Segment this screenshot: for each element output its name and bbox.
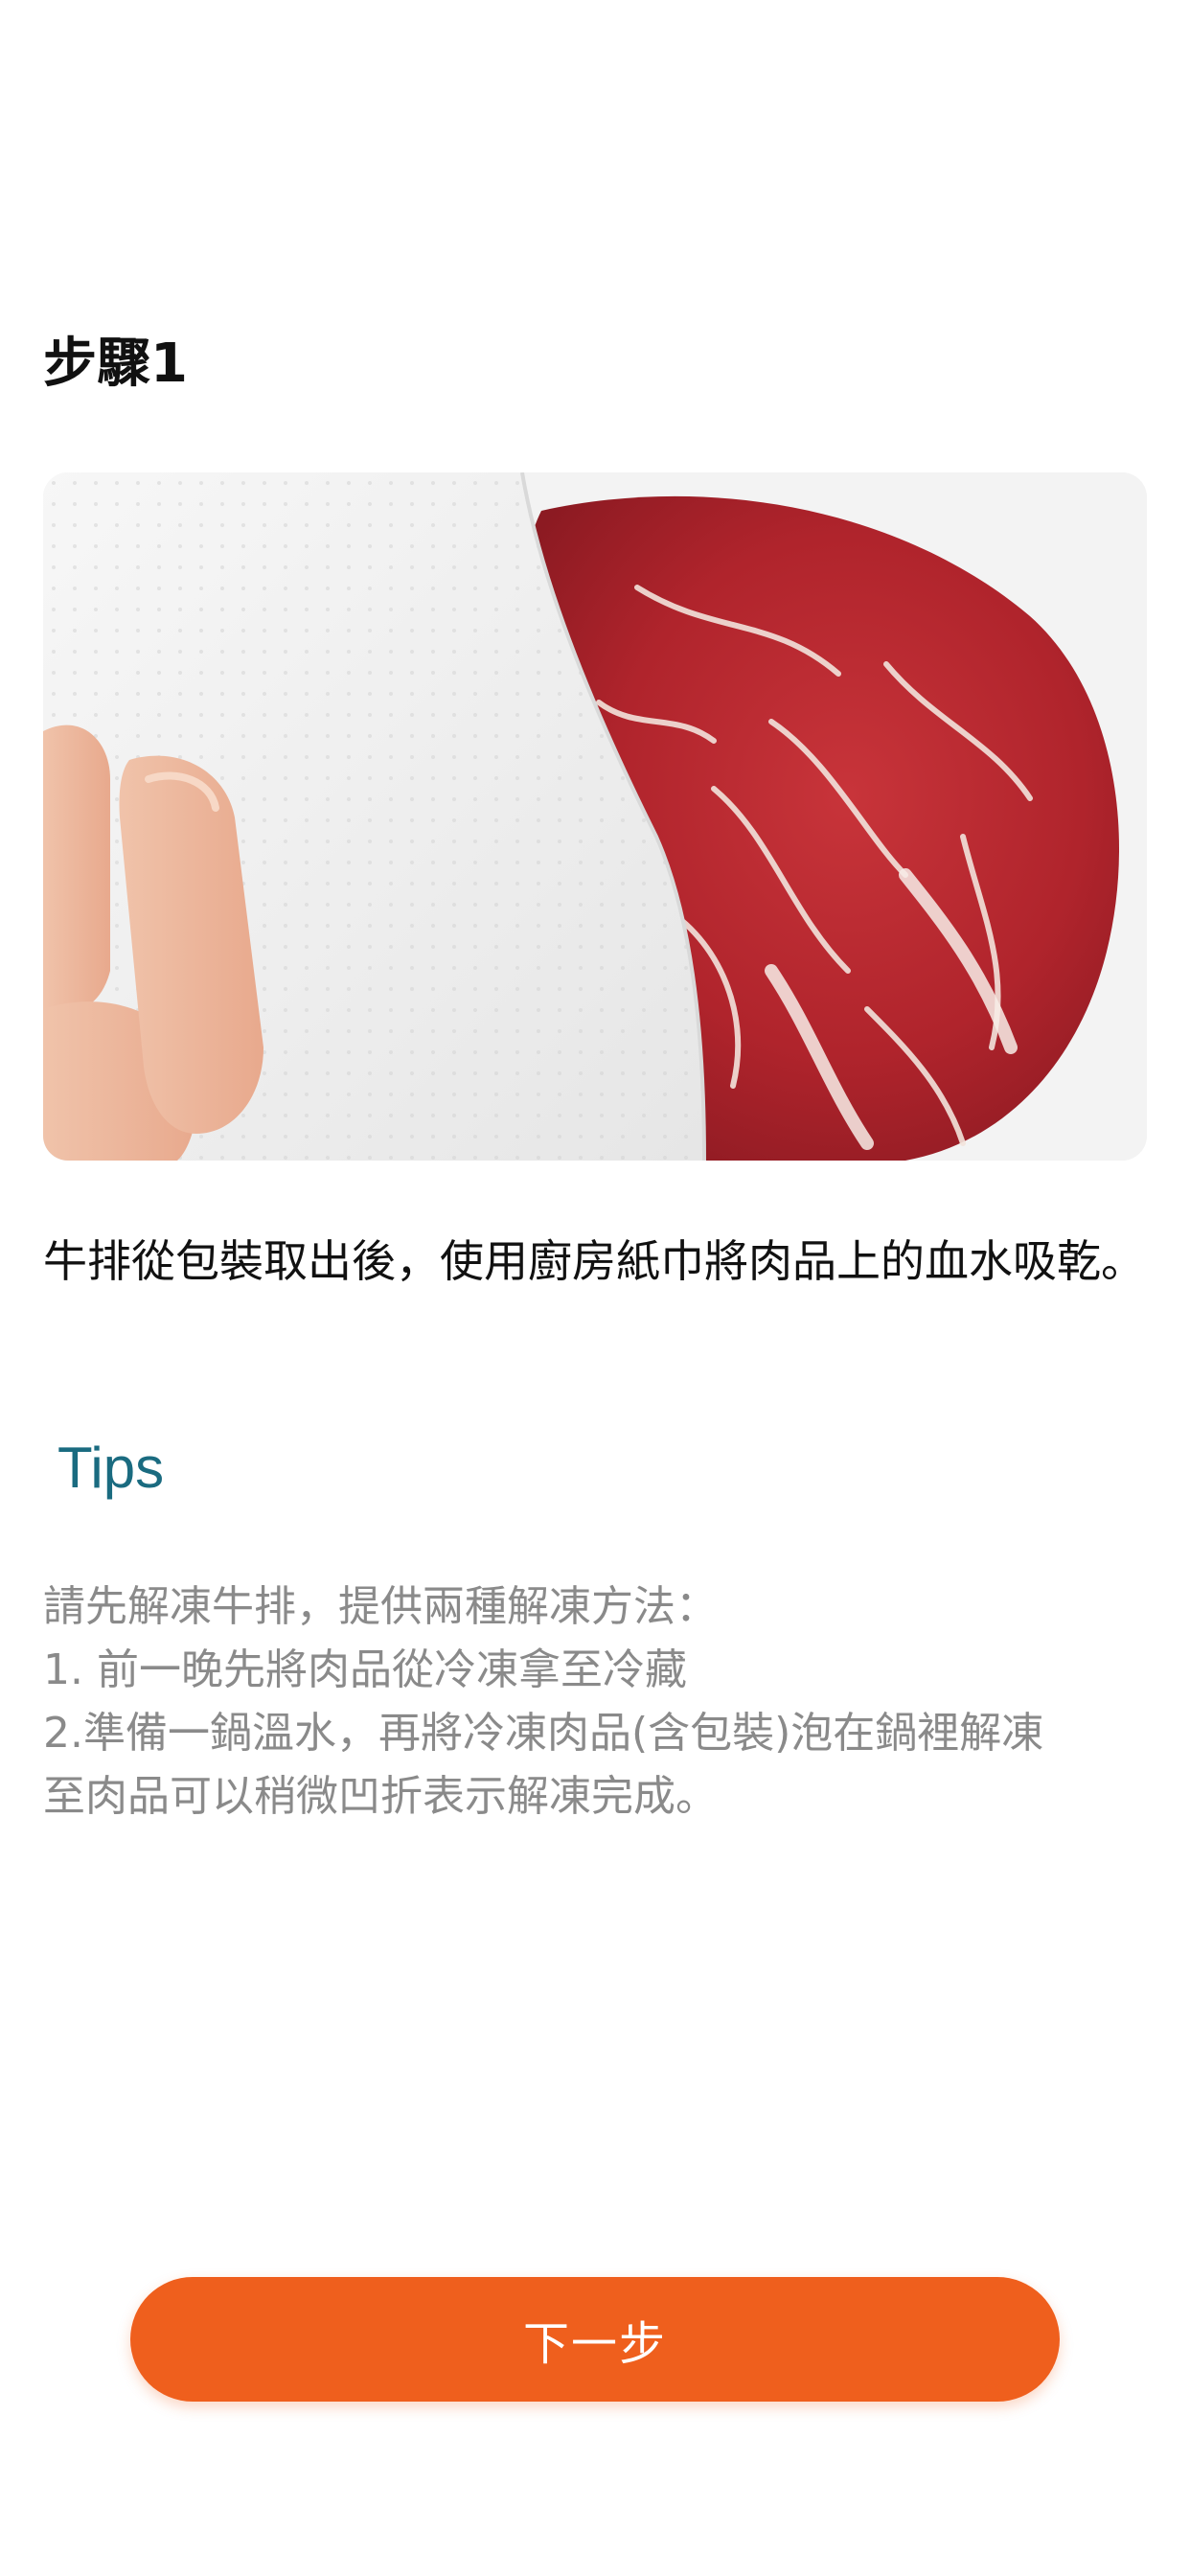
next-step-button[interactable]: 下一步 [130, 2277, 1060, 2402]
steak-photo [43, 472, 1147, 1161]
tip-line: 1. 前一晚先將肉品從冷凍拿至冷藏 [43, 1645, 687, 1694]
tip-line: 2.準備一鍋溫水，再將冷凍肉品(含包裝)泡在鍋裡解凍 [43, 1709, 1044, 1758]
step-description: 牛排從包裝取出後，使用廚房紙巾將肉品上的血水吸乾。 [43, 1235, 1145, 1287]
tips-text: 請先解凍牛排，提供兩種解凍方法： 1. 前一晚先將肉品從冷凍拿至冷藏 2.準備一… [43, 1576, 1164, 1828]
step-title: 步驟1 [43, 333, 188, 395]
tip-line: 請先解凍牛排，提供兩種解凍方法： [43, 1582, 718, 1631]
tips-heading: Tips [57, 1436, 165, 1500]
tip-line: 至肉品可以稍微凹折表示解凍完成。 [43, 1772, 718, 1821]
